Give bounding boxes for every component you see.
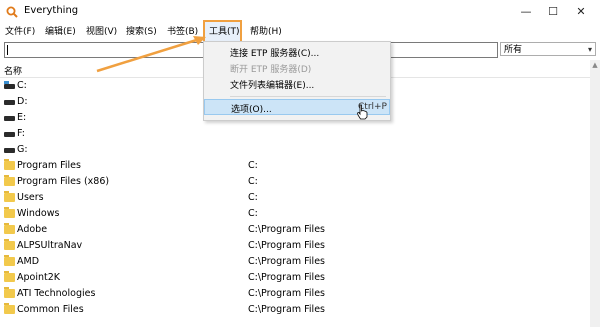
- everything-app-icon: [6, 6, 18, 18]
- hand-cursor-icon: [357, 104, 368, 120]
- item-name: Adobe: [17, 224, 48, 235]
- item-path: C:\Program Files: [248, 256, 325, 267]
- system-drive-icon: [4, 81, 15, 89]
- item-name: Apoint2K: [17, 272, 61, 283]
- item-name: Program Files: [17, 160, 81, 171]
- vertical-scrollbar[interactable]: ▲: [590, 60, 600, 327]
- menu-item-label: 连接 ETP 服务器(C)...: [230, 49, 320, 59]
- folder-icon: [4, 271, 15, 282]
- item-name: Windows: [17, 208, 60, 219]
- folder-icon: [4, 159, 15, 170]
- item-name: E:: [17, 112, 27, 123]
- folder-icon: [4, 239, 15, 250]
- folder-icon: [4, 303, 15, 314]
- item-name: AMD: [17, 256, 40, 267]
- menu-help[interactable]: 帮助(H): [250, 26, 282, 39]
- menu-separator: [230, 96, 386, 97]
- list-item[interactable]: Users C:: [0, 190, 590, 206]
- close-button[interactable]: ✕: [568, 3, 594, 21]
- column-name-header[interactable]: 名称: [4, 64, 22, 77]
- list-item[interactable]: Program Files (x86) C:: [0, 174, 590, 190]
- folder-icon: [4, 287, 15, 298]
- list-item[interactable]: Windows C:: [0, 206, 590, 222]
- item-name: D:: [17, 96, 28, 107]
- item-name: Users: [17, 192, 44, 203]
- list-item[interactable]: Apoint2K C:\Program Files: [0, 270, 590, 286]
- menu-bar: 文件(F) 编辑(E) 视图(V) 搜索(S) 书签(B) 帮助(H): [0, 24, 600, 41]
- drive-icon: [4, 100, 15, 105]
- list-item[interactable]: G:: [0, 142, 590, 158]
- item-name: ALPSUltraNav: [17, 240, 83, 251]
- item-path: C:: [248, 192, 258, 203]
- folder-icon: [4, 255, 15, 266]
- item-path: C:\Program Files: [248, 288, 325, 299]
- item-name: ATI Technologies: [17, 288, 96, 299]
- drive-icon: [4, 116, 15, 121]
- list-item[interactable]: AMD C:\Program Files: [0, 254, 590, 270]
- drive-icon: [4, 132, 15, 137]
- list-item[interactable]: F:: [0, 126, 590, 142]
- item-name: G:: [17, 144, 28, 155]
- menu-bookmarks[interactable]: 书签(B): [167, 26, 198, 39]
- menu-item-connect-etp[interactable]: 连接 ETP 服务器(C)...: [204, 44, 390, 60]
- menu-item-label: 选项(O)...: [231, 105, 272, 115]
- minimize-button[interactable]: —: [513, 3, 539, 21]
- item-path: C:\Program Files: [248, 272, 325, 283]
- menu-item-disconnect-etp: 断开 ETP 服务器(D): [204, 60, 390, 76]
- item-path: C:: [248, 176, 258, 187]
- list-item[interactable]: Program Files C:: [0, 158, 590, 174]
- item-name: Common Files: [17, 304, 84, 315]
- list-item[interactable]: Adobe C:\Program Files: [0, 222, 590, 238]
- list-item[interactable]: ALPSUltraNav C:\Program Files: [0, 238, 590, 254]
- maximize-button[interactable]: ☐: [540, 3, 566, 21]
- item-path: C:: [248, 208, 258, 219]
- list-item[interactable]: Common Files C:\Program Files: [0, 302, 590, 318]
- item-path: C:\Program Files: [248, 240, 325, 251]
- item-name: Program Files (x86): [17, 176, 110, 187]
- folder-icon: [4, 175, 15, 186]
- scroll-up-arrow-icon[interactable]: ▲: [590, 60, 600, 70]
- folder-icon: [4, 191, 15, 202]
- filter-value: 所有: [504, 45, 523, 55]
- folder-icon: [4, 223, 15, 234]
- window-title: Everything: [24, 5, 79, 16]
- chevron-down-icon: ▾: [587, 45, 592, 54]
- item-path: C:\Program Files: [248, 304, 325, 315]
- list-item[interactable]: ATI Technologies C:\Program Files: [0, 286, 590, 302]
- item-name: C:: [17, 80, 27, 91]
- filter-select[interactable]: 所有 ▾: [500, 42, 596, 56]
- folder-icon: [4, 207, 15, 218]
- menu-search[interactable]: 搜索(S): [126, 26, 157, 39]
- item-name: F:: [17, 128, 25, 139]
- menu-item-label: 文件列表编辑器(E)...: [230, 81, 315, 91]
- menu-view[interactable]: 视图(V): [86, 26, 117, 39]
- item-path: C:: [248, 160, 258, 171]
- menu-item-file-list-editor[interactable]: 文件列表编辑器(E)...: [204, 76, 390, 92]
- menu-tools[interactable]: 工具(T): [209, 26, 240, 39]
- title-bar: Everything — ☐ ✕: [0, 0, 600, 24]
- item-path: C:\Program Files: [248, 224, 325, 235]
- text-caret: [7, 45, 8, 55]
- menu-item-label: 断开 ETP 服务器(D): [230, 65, 312, 75]
- drive-icon: [4, 148, 15, 153]
- menu-file[interactable]: 文件(F): [5, 26, 35, 39]
- menu-edit[interactable]: 编辑(E): [45, 26, 76, 39]
